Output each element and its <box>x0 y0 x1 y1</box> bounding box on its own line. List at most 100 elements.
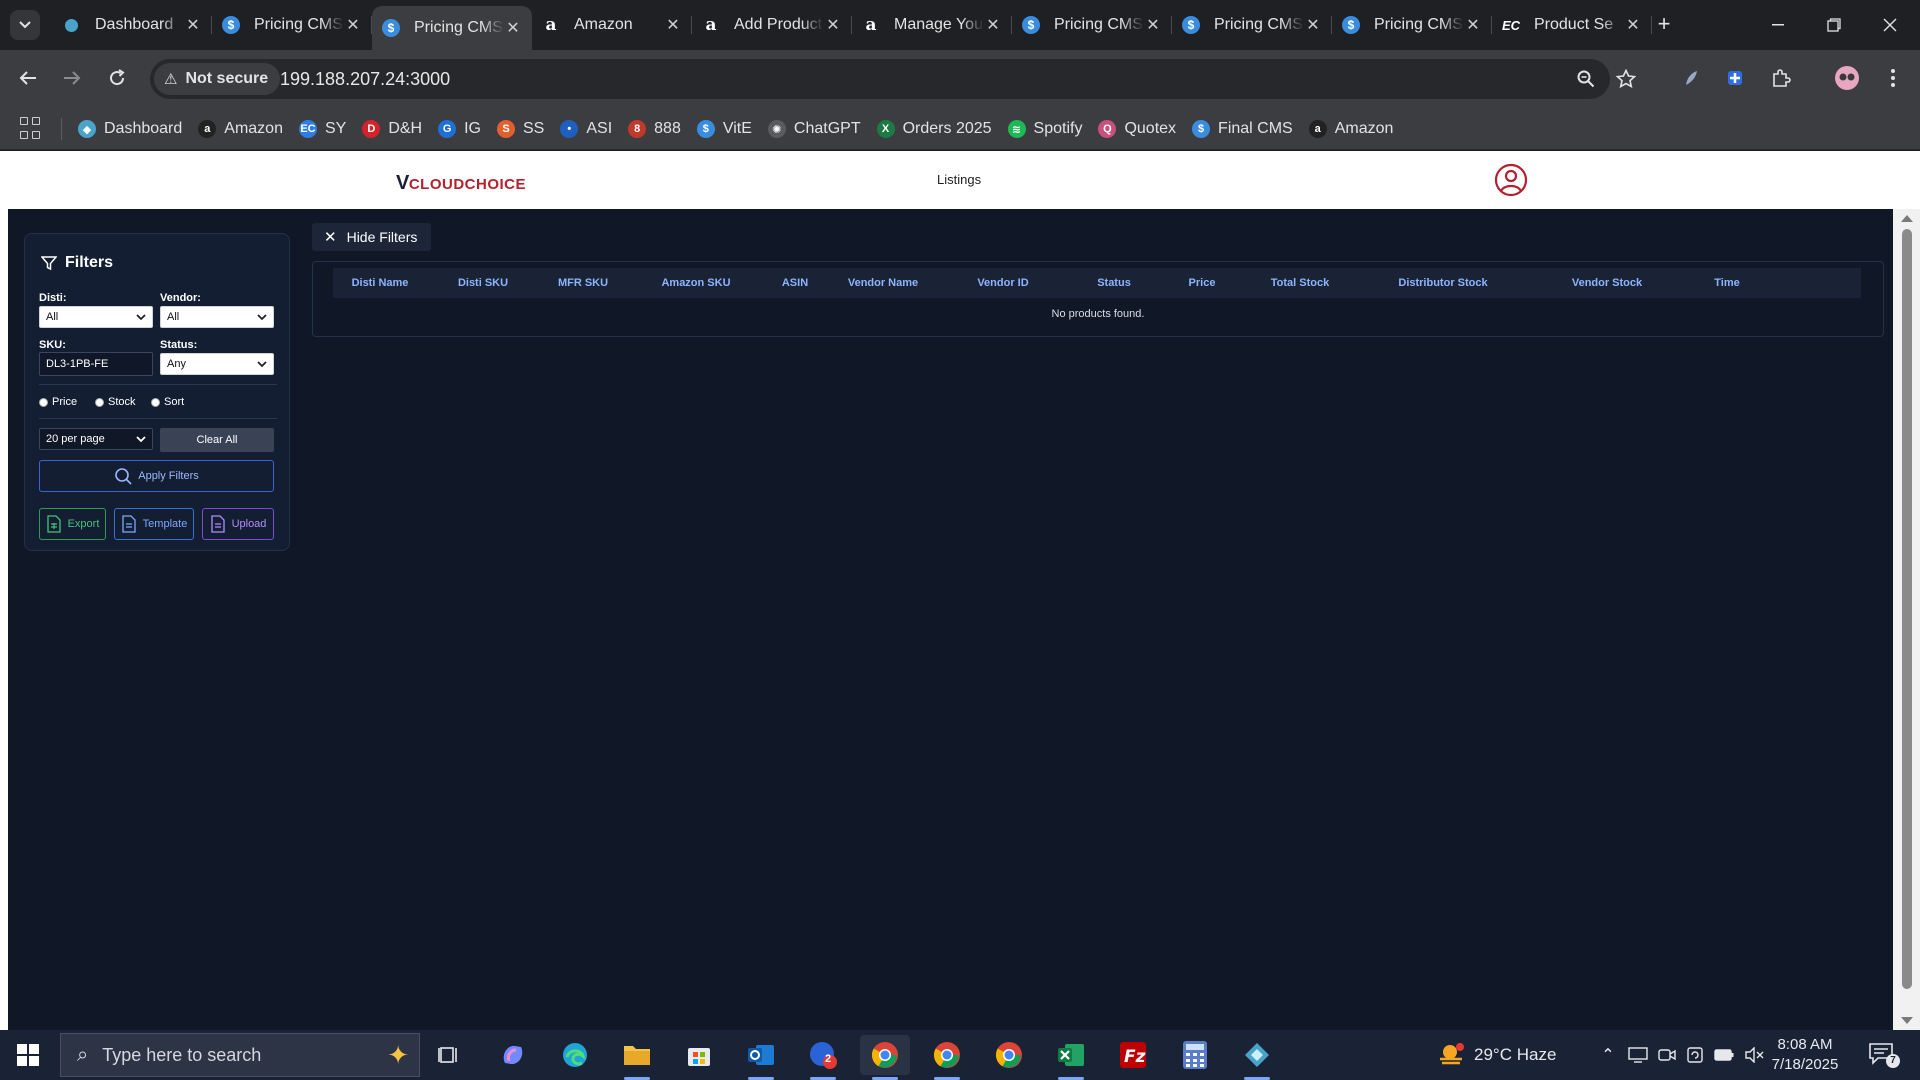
close-window-button[interactable] <box>1862 0 1918 50</box>
bookmark-item[interactable]: a Amazon <box>1308 120 1393 138</box>
taskbar-chrome-profile-3[interactable] <box>984 1035 1034 1075</box>
site-info-chip[interactable]: ⚠ Not secure <box>154 63 281 95</box>
vcloudchoice-logo[interactable]: VCLOUDCHOICE <box>396 172 526 195</box>
column-header[interactable]: Total Stock <box>1241 277 1359 289</box>
taskbar-clock[interactable]: 8:08 AM 7/18/2025 <box>1760 1035 1850 1075</box>
start-button[interactable] <box>0 1030 56 1080</box>
tab-close-icon[interactable]: ✕ <box>184 15 202 35</box>
forward-button[interactable] <box>56 62 88 94</box>
browser-tab[interactable]: $ Pricing CMS ✕ <box>1172 6 1332 44</box>
scrollbar-thumb[interactable] <box>1902 229 1912 989</box>
column-header[interactable]: Distributor Stock <box>1359 277 1527 289</box>
tab-close-icon[interactable]: ✕ <box>1144 15 1162 35</box>
notification-center-button[interactable]: 7 <box>1868 1042 1900 1068</box>
new-tab-button[interactable]: + <box>1652 12 1676 36</box>
upload-button[interactable]: Upload <box>202 508 274 540</box>
tab-close-icon[interactable]: ✕ <box>984 15 1002 35</box>
taskbar-outlook[interactable] <box>736 1035 786 1080</box>
tab-search-button[interactable] <box>10 10 40 40</box>
reload-button[interactable] <box>101 62 133 94</box>
browser-tab[interactable]: Dashboard ✕ <box>52 6 212 44</box>
nav-listings-link[interactable]: Listings <box>937 172 981 187</box>
taskbar-filezilla[interactable]: Fz <box>1108 1035 1158 1075</box>
apply-filters-button[interactable]: Apply Filters <box>39 460 274 492</box>
scroll-up-arrow-icon[interactable] <box>1901 215 1913 222</box>
back-button[interactable] <box>12 62 44 94</box>
disti-select[interactable]: All <box>39 306 153 328</box>
per-page-select[interactable]: 20 per page <box>39 428 153 450</box>
taskbar-mail[interactable]: 2 <box>798 1035 848 1080</box>
task-view-button[interactable] <box>424 1035 474 1075</box>
meet-now-icon[interactable] <box>1658 1047 1676 1063</box>
taskbar-file-explorer[interactable] <box>612 1035 662 1080</box>
browser-tab[interactable]: $ Pricing CMS ✕ <box>1332 6 1492 44</box>
bookmark-item[interactable]: S SS <box>497 120 544 138</box>
browser-tab[interactable]: a Add Product ✕ <box>692 6 852 44</box>
browser-tab[interactable]: a Manage Your ✕ <box>852 6 1012 44</box>
bookmark-item[interactable]: a Amazon <box>198 120 283 138</box>
bookmark-item[interactable]: ✺ ChatGPT <box>767 120 861 138</box>
taskbar-chrome-active[interactable] <box>860 1035 910 1080</box>
profile-avatar-button[interactable] <box>1831 62 1863 94</box>
column-header[interactable]: MFR SKU <box>539 277 627 289</box>
chevron-up-icon[interactable]: ⌃ <box>1594 1045 1622 1065</box>
extension-feather-button[interactable] <box>1675 62 1707 94</box>
bookmark-item[interactable]: D D&H <box>362 120 422 138</box>
tab-close-icon[interactable]: ✕ <box>824 15 842 35</box>
column-header[interactable]: Price <box>1163 277 1241 289</box>
bookmark-item[interactable]: Q Quotex <box>1098 120 1176 138</box>
tab-close-icon[interactable]: ✕ <box>664 15 682 35</box>
column-header[interactable]: Vendor ID <box>941 277 1065 289</box>
browser-tab[interactable]: EC Product Se ✕ <box>1492 6 1652 44</box>
address-bar[interactable]: ⚠ Not secure 199.188.207.24:3000 <box>150 59 1636 99</box>
taskbar-chrome-profile-2[interactable] <box>922 1035 972 1080</box>
browser-tab[interactable]: $ Pricing CMS ✕ <box>1012 6 1172 44</box>
status-select[interactable]: Any <box>160 353 274 375</box>
column-header[interactable]: Disti Name <box>333 277 427 289</box>
sku-input[interactable]: DL3-1PB-FE <box>39 352 153 376</box>
column-header[interactable]: ASIN <box>765 277 825 289</box>
display-icon[interactable] <box>1628 1047 1648 1063</box>
extension-grid-button[interactable] <box>1719 62 1751 94</box>
scroll-down-arrow-icon[interactable] <box>1901 1017 1913 1024</box>
bookmark-item[interactable]: • ASI <box>560 120 612 138</box>
sort-sort-radio[interactable]: Sort <box>151 396 184 408</box>
bookmark-item[interactable]: X Orders 2025 <box>876 120 992 138</box>
column-header[interactable]: Vendor Name <box>825 277 941 289</box>
taskbar-search[interactable]: ⌕ Type here to search ✦ <box>60 1033 420 1077</box>
taskbar-edge[interactable] <box>550 1035 600 1075</box>
tab-close-icon[interactable]: ✕ <box>1304 15 1322 35</box>
export-button[interactable]: Export <box>39 508 106 540</box>
browser-tab[interactable]: a Amazon ✕ <box>532 6 692 44</box>
browser-tab[interactable]: $ Pricing CMS ✕ <box>372 6 532 50</box>
template-button[interactable]: Template <box>114 508 194 540</box>
hide-filters-button[interactable]: ✕ Hide Filters <box>312 223 431 251</box>
browser-tab[interactable]: $ Pricing CMS ✕ <box>212 6 372 44</box>
column-header[interactable]: Amazon SKU <box>627 277 765 289</box>
bookmark-star-button[interactable] <box>1612 65 1640 93</box>
weather-widget[interactable]: 29°C Haze <box>1436 1030 1556 1080</box>
sort-price-radio[interactable]: Price <box>39 396 77 408</box>
taskbar-excel[interactable] <box>1046 1035 1096 1080</box>
browser-menu-button[interactable] <box>1877 62 1909 94</box>
battery-icon[interactable] <box>1714 1049 1734 1061</box>
column-header[interactable]: Status <box>1065 277 1163 289</box>
taskbar-copilot[interactable] <box>488 1035 538 1075</box>
bookmark-item[interactable]: $ VitE <box>696 120 752 138</box>
column-header[interactable]: Disti SKU <box>427 277 539 289</box>
column-header[interactable]: Time <box>1687 277 1767 289</box>
extensions-button[interactable] <box>1765 62 1797 94</box>
taskbar-store[interactable] <box>674 1035 724 1075</box>
clear-all-button[interactable]: Clear All <box>160 428 274 452</box>
column-header[interactable]: Vendor Stock <box>1527 277 1687 289</box>
tab-close-icon[interactable]: ✕ <box>504 18 522 38</box>
user-account-icon[interactable] <box>1494 163 1528 197</box>
bookmark-item[interactable]: ≋ Spotify <box>1007 120 1082 138</box>
minimize-button[interactable] <box>1750 0 1806 50</box>
zoom-button[interactable] <box>1572 65 1600 93</box>
bookmark-item[interactable]: ◆ Dashboard <box>78 120 182 138</box>
taskbar-calculator[interactable] <box>1170 1035 1220 1075</box>
restore-button[interactable] <box>1806 0 1862 50</box>
sync-icon[interactable] <box>1686 1046 1704 1064</box>
bookmark-item[interactable]: G IG <box>438 120 481 138</box>
